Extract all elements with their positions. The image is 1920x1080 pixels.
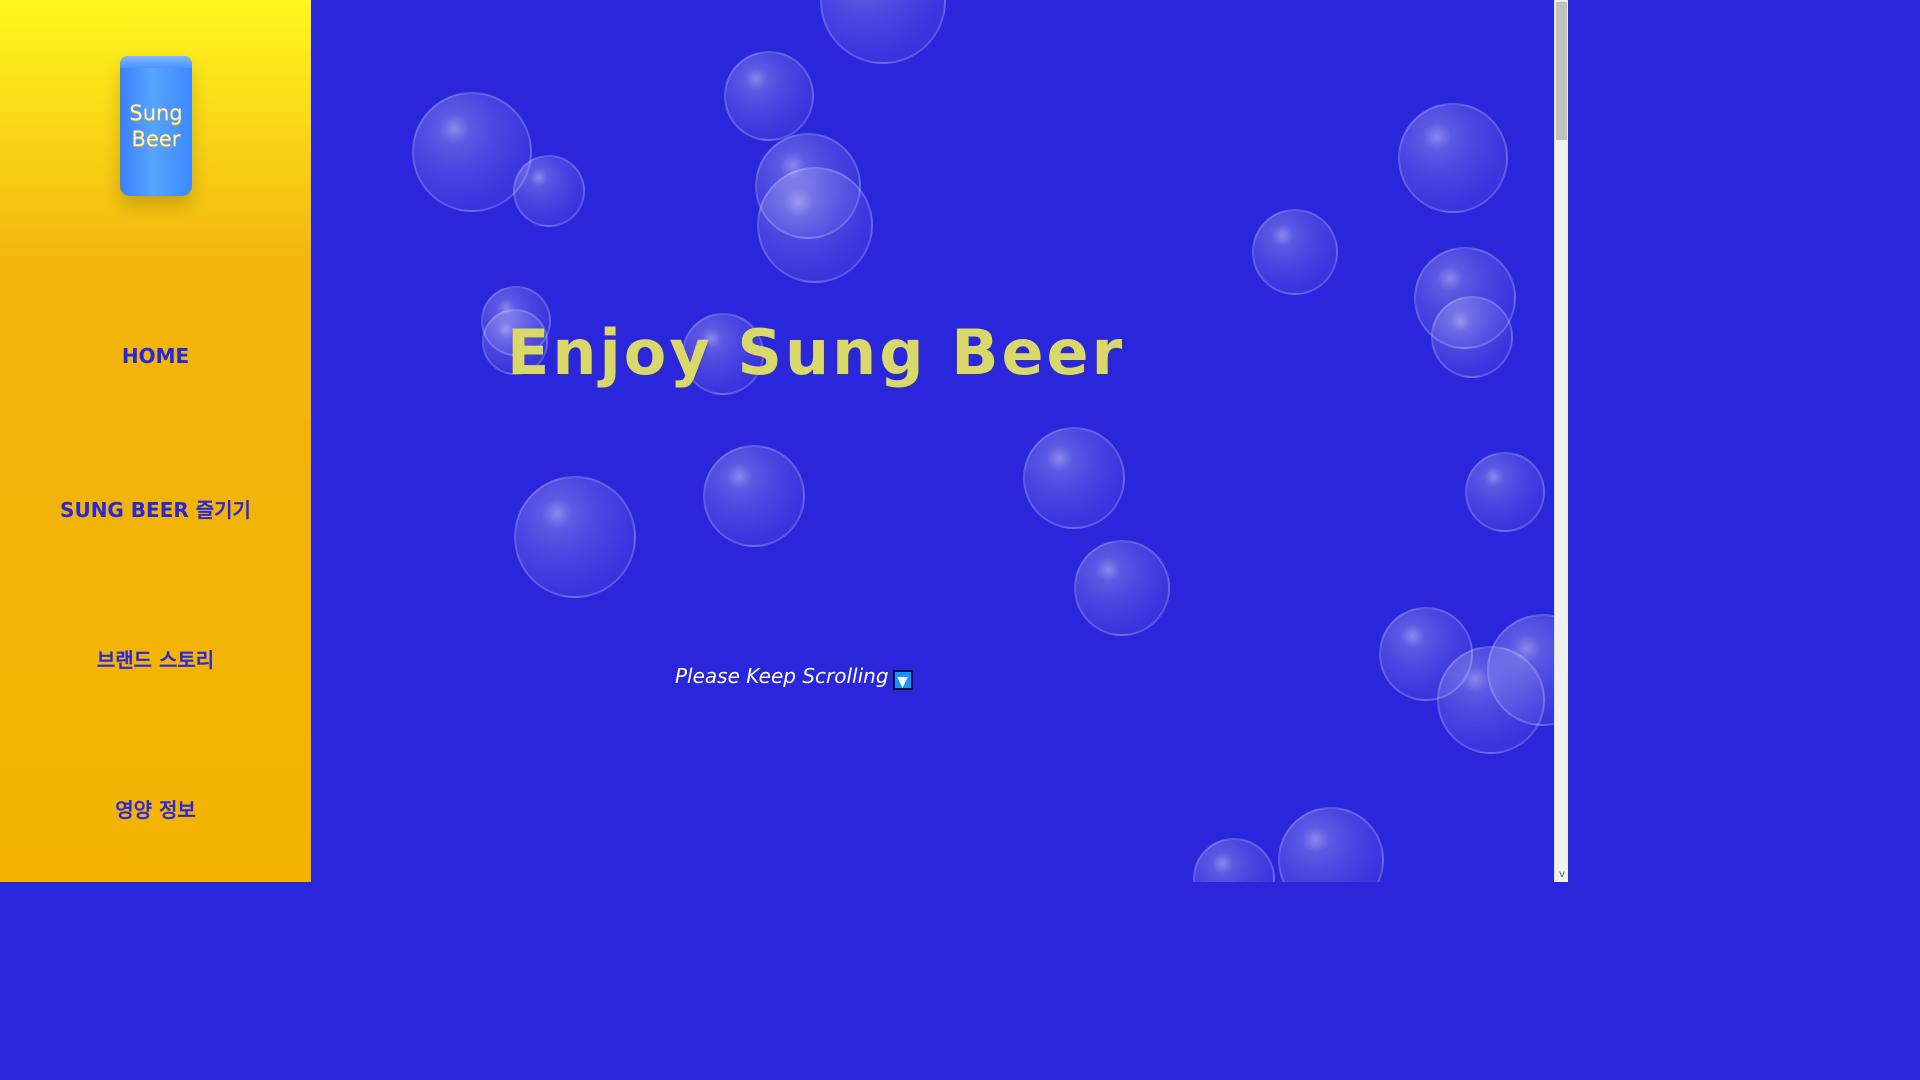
logo-line-2: Beer — [131, 127, 181, 151]
hero-section: Enjoy Sung Beer Please Keep Scrolling ▼ — [311, 0, 1554, 882]
sidebar: Sung Beer HOME SUNG BEER 즐기기 브랜드 스토리 영양 … — [0, 0, 311, 882]
bubble — [514, 476, 636, 598]
beer-can-logo: Sung Beer — [120, 56, 192, 196]
scroll-hint: Please Keep Scrolling ▼ — [675, 664, 913, 690]
scroll-down-icon[interactable]: v — [1555, 868, 1569, 882]
bubble — [1431, 296, 1513, 378]
bubble — [820, 0, 946, 64]
bubble — [513, 155, 585, 227]
bubble — [703, 445, 805, 547]
logo-text: Sung Beer — [120, 100, 192, 152]
vertical-scrollbar[interactable]: ^ v — [1554, 0, 1568, 882]
bubble — [1252, 209, 1338, 295]
bubble — [1278, 807, 1384, 882]
scroll-hint-text: Please Keep Scrolling — [675, 664, 889, 688]
bubble — [1398, 103, 1508, 213]
bubble — [1074, 540, 1170, 636]
bubble — [1465, 452, 1545, 532]
logo-line-1: Sung — [129, 101, 183, 125]
bubble — [1023, 427, 1125, 529]
nav-item-home[interactable]: HOME — [0, 344, 311, 368]
bubble — [757, 167, 873, 283]
bubble — [724, 51, 814, 141]
scrollbar-thumb[interactable] — [1556, 2, 1567, 140]
down-arrow-icon: ▼ — [892, 670, 913, 690]
nav-item-nutrition-info[interactable]: 영양 정보 — [0, 794, 311, 823]
nav-item-brand-story[interactable]: 브랜드 스토리 — [0, 644, 311, 673]
hero-title: Enjoy Sung Beer — [507, 316, 1126, 389]
bubble — [1193, 838, 1275, 882]
nav-item-enjoy-sung-beer[interactable]: SUNG BEER 즐기기 — [0, 494, 311, 523]
